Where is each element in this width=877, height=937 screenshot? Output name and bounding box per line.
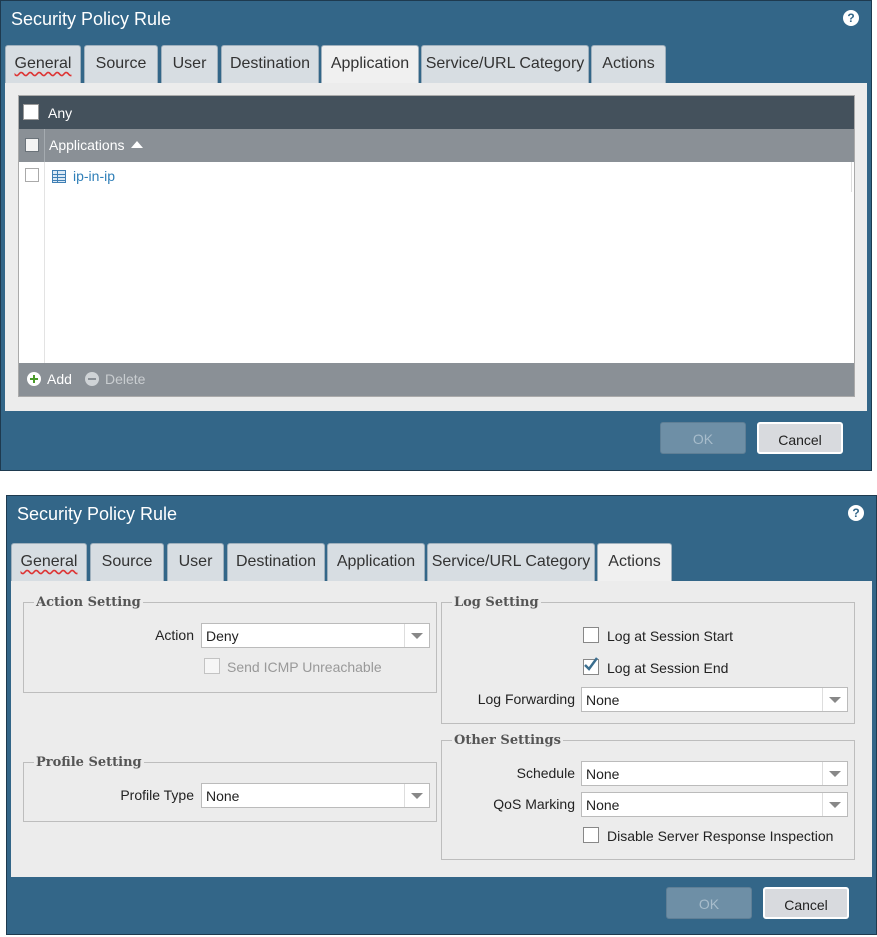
profile-type-label: Profile Type — [120, 787, 194, 803]
add-label: Add — [47, 371, 72, 387]
cancel-button[interactable]: Cancel — [757, 422, 843, 454]
send-icmp-unreachable-label: Send ICMP Unreachable — [227, 659, 382, 675]
tab-destination[interactable]: Destination — [227, 543, 325, 581]
table-row: ip-in-ip — [19, 162, 854, 392]
chevron-down-icon — [404, 624, 429, 647]
any-checkbox[interactable] — [23, 104, 39, 120]
tab-general[interactable]: General — [5, 45, 81, 83]
add-button[interactable]: Add — [27, 363, 77, 396]
column-divider — [44, 129, 45, 162]
action-setting-group: Action Setting Action Deny Send ICMP Unr… — [23, 595, 437, 693]
qos-marking-value: None — [586, 797, 620, 813]
tab-application[interactable]: Application — [327, 543, 425, 581]
grid-footer-toolbar: Add Delete — [19, 363, 854, 396]
tab-actions[interactable]: Actions — [597, 543, 672, 583]
tab-source[interactable]: Source — [84, 45, 158, 83]
checkmark-icon — [584, 657, 599, 671]
applications-grid: Any Applications ip-in-ip Add Delete — [18, 95, 855, 397]
disable-server-response-inspection-label: Disable Server Response Inspection — [607, 828, 834, 844]
qos-marking-label: QoS Marking — [493, 796, 575, 812]
dialog-title: Security Policy Rule — [11, 9, 172, 29]
sort-ascending-icon — [131, 141, 144, 148]
qos-marking-select[interactable]: None — [581, 792, 848, 817]
action-select-value: Deny — [206, 628, 239, 644]
log-session-end-label: Log at Session End — [607, 660, 729, 676]
column-header-row: Applications — [19, 129, 854, 162]
log-session-start-checkbox[interactable] — [583, 627, 599, 643]
disable-server-response-inspection-checkbox[interactable] — [583, 827, 599, 843]
schedule-value: None — [586, 766, 620, 782]
profile-setting-group: Profile Setting Profile Type None — [23, 755, 437, 822]
log-session-start-label: Log at Session Start — [607, 628, 734, 644]
other-settings-group: Other Settings Schedule None QoS Marking… — [441, 733, 855, 860]
action-setting-legend: Action Setting — [34, 595, 143, 610]
tab-content: Any Applications ip-in-ip Add Delete — [5, 83, 867, 411]
profile-type-value: None — [206, 788, 240, 804]
tab-service-url-category[interactable]: Service/URL Category — [427, 543, 595, 581]
delete-button[interactable]: Delete — [85, 363, 145, 396]
chevron-down-icon — [404, 784, 429, 807]
log-forwarding-select[interactable]: None — [581, 687, 848, 712]
tab-source[interactable]: Source — [90, 543, 164, 581]
log-session-end-checkbox[interactable] — [583, 657, 599, 675]
any-label: Any — [48, 105, 73, 121]
tab-actions[interactable]: Actions — [591, 45, 666, 83]
tab-general[interactable]: General — [11, 543, 87, 581]
row-edge — [851, 162, 852, 192]
delete-icon — [85, 372, 99, 386]
log-setting-legend: Log Setting — [452, 595, 541, 610]
help-icon[interactable]: ? — [848, 505, 864, 521]
chevron-down-icon — [822, 688, 847, 711]
ok-button[interactable]: OK — [666, 887, 752, 919]
tab-service-url-category[interactable]: Service/URL Category — [421, 45, 589, 83]
ok-button[interactable]: OK — [660, 422, 746, 454]
schedule-label: Schedule — [516, 765, 575, 781]
tab-application[interactable]: Application — [321, 45, 419, 85]
log-forwarding-value: None — [586, 692, 620, 708]
application-icon — [52, 170, 66, 183]
action-select[interactable]: Deny — [201, 623, 430, 648]
send-icmp-unreachable-checkbox[interactable] — [204, 658, 220, 674]
log-forwarding-label: Log Forwarding — [477, 691, 575, 707]
any-bar: Any — [19, 96, 854, 129]
chevron-down-icon — [822, 793, 847, 816]
security-policy-dialog-application: Security Policy Rule ? General Source Us… — [0, 0, 872, 471]
help-icon[interactable]: ? — [843, 10, 859, 26]
select-all-checkbox[interactable] — [25, 138, 39, 152]
chevron-down-icon — [822, 762, 847, 785]
profile-type-select[interactable]: None — [201, 783, 430, 808]
add-icon — [27, 372, 41, 386]
log-setting-group: Log Setting Log at Session Start Log at … — [441, 595, 855, 724]
cancel-button[interactable]: Cancel — [763, 887, 849, 919]
delete-label: Delete — [105, 371, 146, 387]
schedule-select[interactable]: None — [581, 761, 848, 786]
tab-destination[interactable]: Destination — [221, 45, 319, 83]
column-divider — [44, 162, 45, 392]
profile-setting-legend: Profile Setting — [34, 755, 144, 770]
dialog-title: Security Policy Rule — [17, 504, 178, 524]
action-label: Action — [155, 627, 194, 643]
applications-column-header[interactable]: Applications — [49, 137, 144, 153]
application-link[interactable]: ip-in-ip — [73, 168, 115, 184]
tab-user[interactable]: User — [161, 45, 218, 83]
row-checkbox[interactable] — [25, 168, 39, 182]
security-policy-dialog-actions: Security Policy Rule ? General Source Us… — [6, 495, 877, 935]
tab-content: Action Setting Action Deny Send ICMP Unr… — [11, 581, 872, 877]
other-settings-legend: Other Settings — [452, 733, 563, 748]
tab-user[interactable]: User — [167, 543, 224, 581]
